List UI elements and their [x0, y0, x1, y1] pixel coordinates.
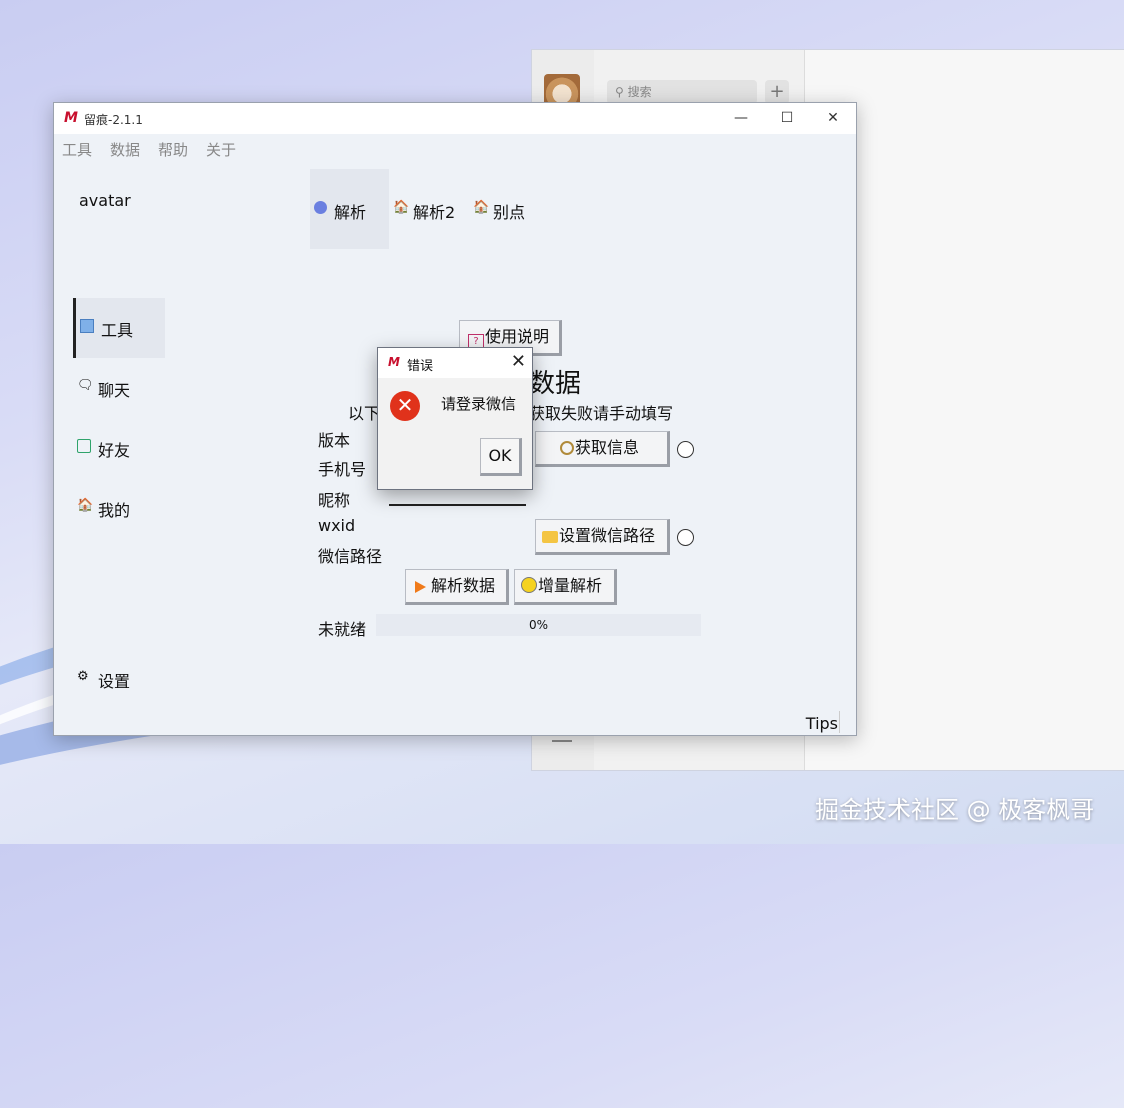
menu-data[interactable]: 数据	[110, 139, 140, 160]
house-icon: 🏠	[393, 200, 410, 215]
window-title: 留痕-2.1.1	[84, 113, 143, 127]
app-logo-icon: M	[388, 355, 400, 369]
tab-label: 解析	[334, 203, 367, 222]
incremental-parse-button[interactable]: 增量解析	[514, 569, 617, 605]
chat-bubble-icon: 🗨	[77, 378, 94, 393]
folder-icon	[542, 531, 558, 543]
title-bar[interactable]: M 留痕-2.1.1 — ☐ ✕	[54, 103, 856, 134]
error-dialog: M 错误 ✕ ✕ 请登录微信 OK	[377, 347, 533, 490]
tips-separator	[839, 711, 840, 733]
search-icon: ⚲	[615, 85, 628, 99]
dialog-close-button[interactable]: ✕	[511, 351, 526, 372]
sidebar-item-tools[interactable]: 工具	[73, 298, 165, 358]
set-wechat-path-button[interactable]: 设置微信路径	[535, 519, 670, 555]
menu-about[interactable]: 关于	[206, 139, 236, 160]
app-logo-icon: M	[64, 110, 78, 126]
house-icon: 🏠	[473, 200, 490, 215]
progress-text: 0%	[528, 618, 549, 632]
avatar-placeholder: avatar	[79, 191, 131, 210]
gear-icon: ⚙	[77, 669, 89, 684]
hamburger-icon-line	[552, 740, 572, 742]
tab-parse[interactable]: 解析	[310, 169, 389, 249]
toolbox-icon	[80, 319, 94, 333]
watermark-text: 掘金技术社区 @ 极客枫哥	[815, 796, 1095, 824]
tab-parse2[interactable]: 🏠 解析2	[391, 169, 463, 249]
info-text-right: 获取失败请手动填写	[529, 404, 674, 423]
sidebar-item-mine[interactable]: 🏠 我的	[73, 478, 165, 538]
dialog-message: 请登录微信	[441, 395, 517, 413]
error-icon: ✕	[390, 391, 420, 421]
minimize-button[interactable]: —	[718, 103, 764, 134]
info-text-left: 以下	[348, 404, 381, 423]
ok-button[interactable]: OK	[480, 438, 522, 476]
dialog-title-bar[interactable]: M 错误 ✕	[378, 348, 532, 378]
sidebar-item-label: 聊天	[98, 381, 131, 400]
get-info-status-radio[interactable]	[677, 441, 694, 458]
tips-link[interactable]: Tips	[806, 714, 838, 733]
sidebar-item-label: 设置	[98, 672, 131, 691]
menu-help[interactable]: 帮助	[158, 139, 188, 160]
field-label-wechat-path: 微信路径	[318, 547, 383, 566]
wechat-path-status-radio[interactable]	[677, 529, 694, 546]
sidebar-item-chat[interactable]: 🗨 聊天	[73, 358, 165, 418]
section-heading: 数据	[529, 369, 582, 399]
close-button[interactable]: ✕	[810, 103, 856, 134]
field-label-version: 版本	[318, 431, 351, 450]
field-label-wxid: wxid	[318, 516, 356, 535]
sidebar-item-settings[interactable]: ⚙ 设置	[73, 649, 165, 709]
progress-bar: 0%	[376, 614, 701, 636]
status-text: 未就绪	[318, 620, 367, 639]
fingerprint-icon	[560, 441, 574, 455]
field-label-nickname: 昵称	[318, 491, 351, 510]
dialog-title: 错误	[407, 359, 434, 374]
maximize-button[interactable]: ☐	[764, 103, 810, 134]
nickname-input[interactable]	[389, 504, 526, 506]
sidebar-item-label: 好友	[98, 441, 131, 460]
house-icon: 🏠	[77, 498, 94, 513]
background-search-input[interactable]: ⚲ 搜索	[607, 80, 757, 104]
parse-data-button[interactable]: 解析数据	[405, 569, 509, 605]
sidebar-item-label: 我的	[98, 501, 131, 520]
contact-icon	[77, 439, 91, 453]
plus-circle-icon	[521, 577, 537, 593]
play-icon	[415, 581, 426, 593]
menu-tools[interactable]: 工具	[62, 139, 92, 160]
blue-dot-icon	[314, 201, 327, 214]
get-info-button[interactable]: 获取信息	[535, 431, 670, 467]
tab-label: 解析2	[413, 203, 456, 222]
tab-dont-click[interactable]: 🏠 别点	[471, 169, 531, 249]
sidebar-item-friends[interactable]: 好友	[73, 418, 165, 478]
sidebar-item-label: 工具	[101, 321, 134, 340]
tab-label: 别点	[493, 203, 526, 222]
background-add-button[interactable]: +	[765, 80, 789, 104]
menu-bar: 工具 数据 帮助 关于	[54, 134, 856, 162]
field-label-phone: 手机号	[318, 460, 367, 479]
